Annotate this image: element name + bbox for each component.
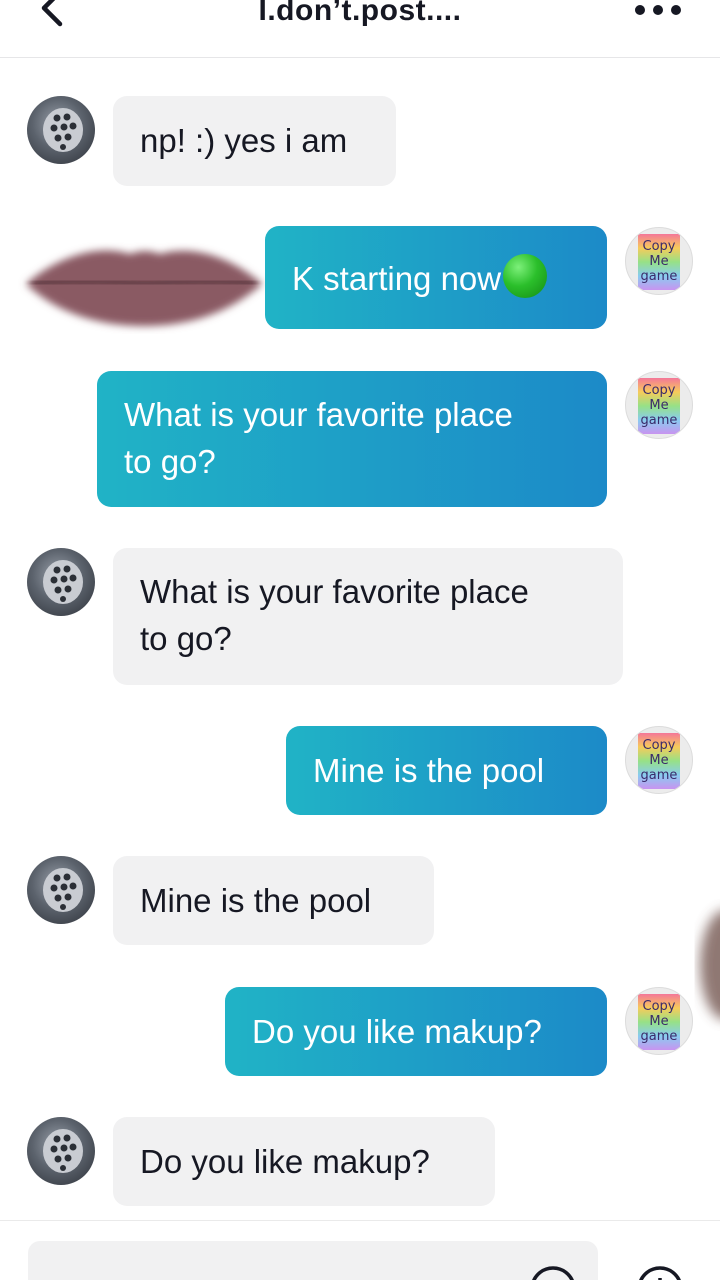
message-bubble-incoming[interactable]: What is your favorite place to go?	[113, 548, 623, 685]
avatar-pattern	[43, 1129, 83, 1173]
message-bubble-outgoing[interactable]: What is your favorite place to go?	[97, 371, 607, 507]
avatar-logo-text: game	[641, 1029, 678, 1044]
avatar-logo-text: game	[641, 269, 678, 284]
message-text-line: to go?	[140, 620, 232, 657]
chat-screen: I.don’t.post.... np! :) yes i am K start…	[0, 0, 720, 1280]
avatar-logo-text: Copy	[643, 383, 676, 398]
message-bubble-incoming[interactable]: np! :) yes i am	[113, 96, 396, 186]
message-bubble-incoming[interactable]: Do you like makup?	[113, 1117, 495, 1206]
ellipsis-icon[interactable]	[634, 4, 682, 16]
message-bubble-outgoing[interactable]: Do you like makup?	[225, 987, 607, 1076]
avatar-pattern	[43, 868, 83, 912]
chat-header: I.don’t.post....	[0, 0, 720, 58]
contact-avatar[interactable]	[27, 1117, 95, 1185]
avatar-logo-text: Me	[649, 254, 668, 269]
my-avatar[interactable]: Copy Me game	[625, 987, 693, 1055]
message-bubble-incoming[interactable]: Mine is the pool	[113, 856, 434, 945]
message-text-line: to go?	[124, 443, 216, 480]
avatar-logo-text: Copy	[643, 738, 676, 753]
copy-me-game-logo: CopyMegame	[638, 994, 680, 1050]
my-avatar[interactable]: Copy Me game	[625, 227, 693, 295]
my-avatar[interactable]: Copy Me game	[625, 371, 693, 439]
copy-me-game-logo: CopyMegame	[638, 234, 680, 290]
contact-avatar[interactable]	[27, 96, 95, 164]
green-circle-icon	[503, 254, 548, 298]
avatar-logo-text: game	[641, 413, 678, 428]
avatar-logo-text: game	[641, 768, 678, 783]
avatar-logo-text: Copy	[643, 999, 676, 1014]
lips-sticker	[26, 250, 262, 326]
message-bubble-outgoing[interactable]: K starting now	[265, 226, 607, 329]
message-text-line: What is your favorite place	[140, 573, 529, 610]
my-avatar[interactable]: Copy Me game	[625, 726, 693, 794]
avatar-logo-text: Me	[649, 1014, 668, 1029]
message-text: np! :) yes i am	[140, 122, 348, 159]
message-text: Mine is the pool	[140, 882, 372, 919]
message-text: K starting now	[292, 260, 502, 297]
contact-avatar[interactable]	[27, 548, 95, 616]
message-text-line: What is your favorite place	[124, 396, 513, 433]
message-bubble-outgoing[interactable]: Mine is the pool	[286, 726, 607, 815]
message-composer	[0, 1220, 720, 1280]
plus-circle-icon[interactable]	[635, 1264, 685, 1280]
avatar-pattern	[43, 108, 83, 152]
message-input[interactable]	[28, 1241, 598, 1280]
conversation-title[interactable]: I.don’t.post....	[0, 0, 720, 28]
message-text: Mine is the pool	[313, 752, 545, 789]
message-text: Do you like makup?	[252, 1013, 542, 1050]
emoji-icon[interactable]	[528, 1264, 578, 1280]
avatar-logo-text: Me	[649, 398, 668, 413]
copy-me-game-logo: CopyMegame	[638, 378, 680, 434]
message-text: Do you like makup?	[140, 1143, 430, 1180]
avatar-logo-text: Copy	[643, 239, 676, 254]
copy-me-game-logo: CopyMegame	[638, 733, 680, 789]
avatar-logo-text: Me	[649, 753, 668, 768]
avatar-pattern	[43, 560, 83, 604]
contact-avatar[interactable]	[27, 856, 95, 924]
